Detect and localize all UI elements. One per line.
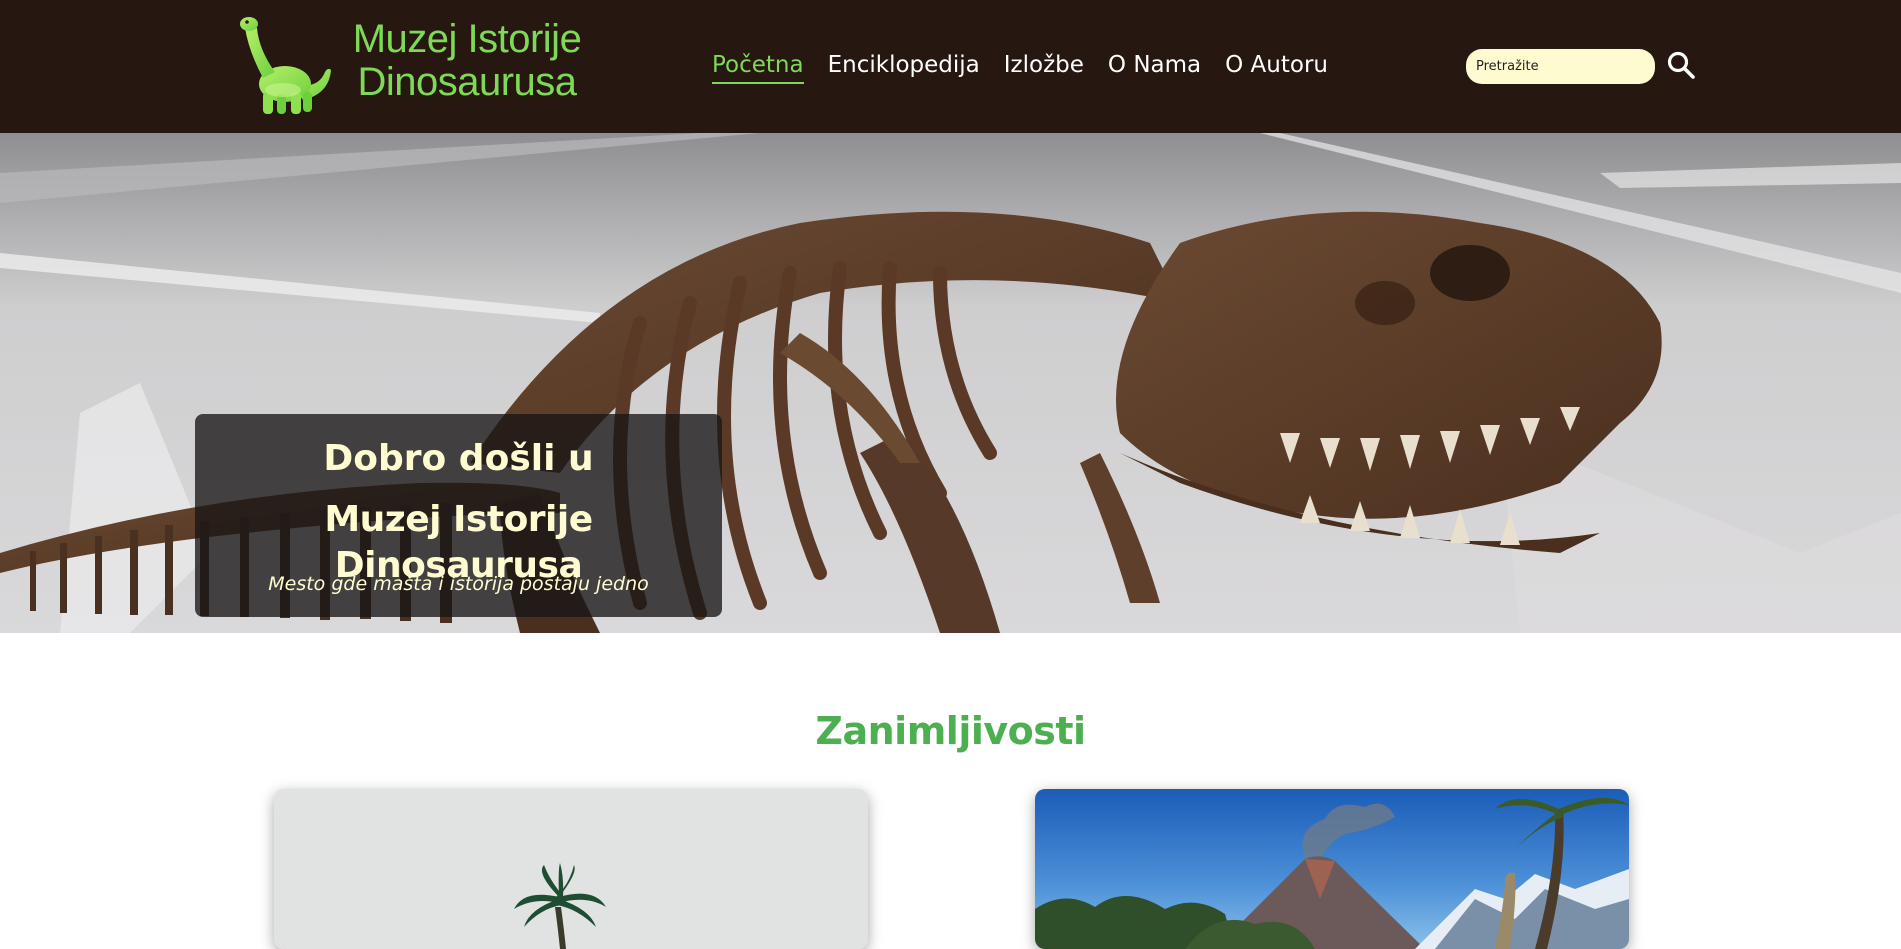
nav-item-o-nama[interactable]: O Nama	[1108, 48, 1201, 82]
prehistoric-landscape-image	[1035, 789, 1629, 949]
hero-banner: Dobro došli u Muzej Istorije Dinosaurusa…	[0, 133, 1901, 633]
nav-item-enciklopedija[interactable]: Enciklopedija	[828, 48, 980, 82]
nav-item-izlozbe[interactable]: Izložbe	[1004, 48, 1084, 82]
logo-line-2: Dinosaurusa	[357, 60, 577, 104]
feature-card-2[interactable]	[1035, 789, 1629, 949]
main-nav: Početna Enciklopedija Izložbe O Nama O A…	[712, 48, 1328, 88]
dinosaur-icon[interactable]	[233, 12, 335, 117]
hero-subtitle: Mesto gde mašta i istorija postaju jedno	[268, 573, 649, 595]
nav-item-pocetna[interactable]: Početna	[712, 48, 804, 84]
search-icon[interactable]	[1666, 50, 1696, 82]
logo-line-1: Muzej Istorije	[352, 17, 582, 61]
nav-item-o-autoru[interactable]: O Autoru	[1225, 48, 1328, 82]
hero-title-line-1: Dobro došli u	[323, 438, 594, 479]
feature-card-1[interactable]	[274, 789, 868, 949]
site-logo-title[interactable]: Muzej Istorije Dinosaurusa	[352, 18, 582, 104]
welcome-overlay: Dobro došli u Muzej Istorije Dinosaurusa…	[195, 414, 722, 617]
search-input[interactable]	[1466, 49, 1655, 84]
section-title: Zanimljivosti	[815, 708, 1086, 753]
palm-tree-image	[274, 789, 868, 949]
site-header: Muzej Istorije Dinosaurusa Početna Encik…	[0, 0, 1901, 133]
